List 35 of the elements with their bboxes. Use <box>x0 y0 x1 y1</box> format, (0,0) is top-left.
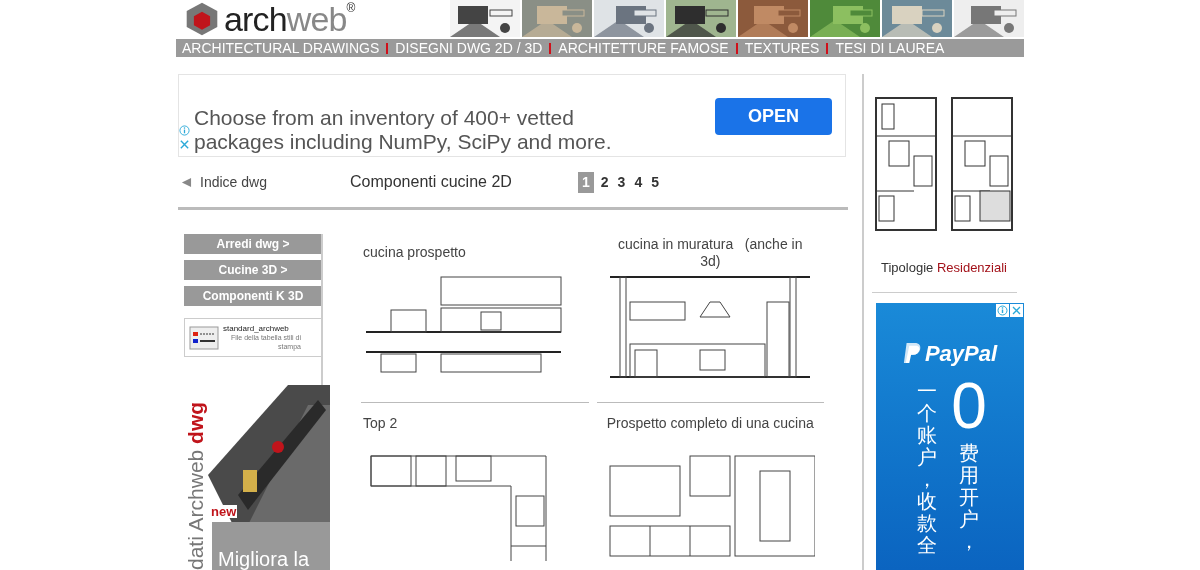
ad-vertical-text: 费用开户， <box>959 441 979 552</box>
close-icon[interactable] <box>1010 303 1023 317</box>
page-link[interactable]: 5 <box>649 171 661 193</box>
info-icon[interactable] <box>996 303 1009 317</box>
page-link[interactable]: 2 <box>598 171 611 193</box>
back-arrow-icon[interactable] <box>181 176 192 188</box>
page-link[interactable]: 3 <box>615 171 628 193</box>
item-title[interactable]: Prospetto completo di una cucina <box>606 415 814 451</box>
item-title[interactable]: cucina in muratura (anche in 3d) <box>610 236 811 272</box>
logo-icon <box>184 0 220 37</box>
page-title: Componenti cucine 2D <box>350 172 513 192</box>
item-title[interactable]: cucina prospetto <box>361 236 466 272</box>
style-table-icon <box>189 325 219 350</box>
new-label: new <box>210 505 238 518</box>
nav-separator <box>386 42 389 54</box>
page-link[interactable]: 4 <box>632 171 645 193</box>
promo-vertical-text: dati Archweb dwg <box>184 400 208 570</box>
ad-big-number: 0 <box>951 373 987 438</box>
ad-text: Choose from an inventory of 400+ vetted <box>194 106 575 130</box>
info-icon[interactable] <box>179 125 190 136</box>
logo-text[interactable]: archweb® <box>224 1 355 36</box>
item-title[interactable]: Top 2 <box>361 415 398 451</box>
ad-text: packages including NumPy, SciPy and more. <box>194 130 612 154</box>
ad-vertical-text: 一个账户，收款全 <box>917 379 938 556</box>
nav-separator <box>735 42 738 54</box>
back-link[interactable]: Indice dwg <box>200 171 350 193</box>
nav-separator <box>826 42 829 54</box>
paypal-logo-icon <box>902 342 921 364</box>
nav-separator <box>549 42 552 54</box>
open-button[interactable]: OPEN <box>715 98 832 135</box>
promo-caption: Migliora la <box>218 549 310 569</box>
section-caption[interactable]: Tipologie Residenziali <box>881 258 1007 278</box>
paypal-brand: PayPal <box>924 339 998 368</box>
file-name: standard_archweb <box>223 324 290 333</box>
close-icon[interactable] <box>179 139 190 150</box>
